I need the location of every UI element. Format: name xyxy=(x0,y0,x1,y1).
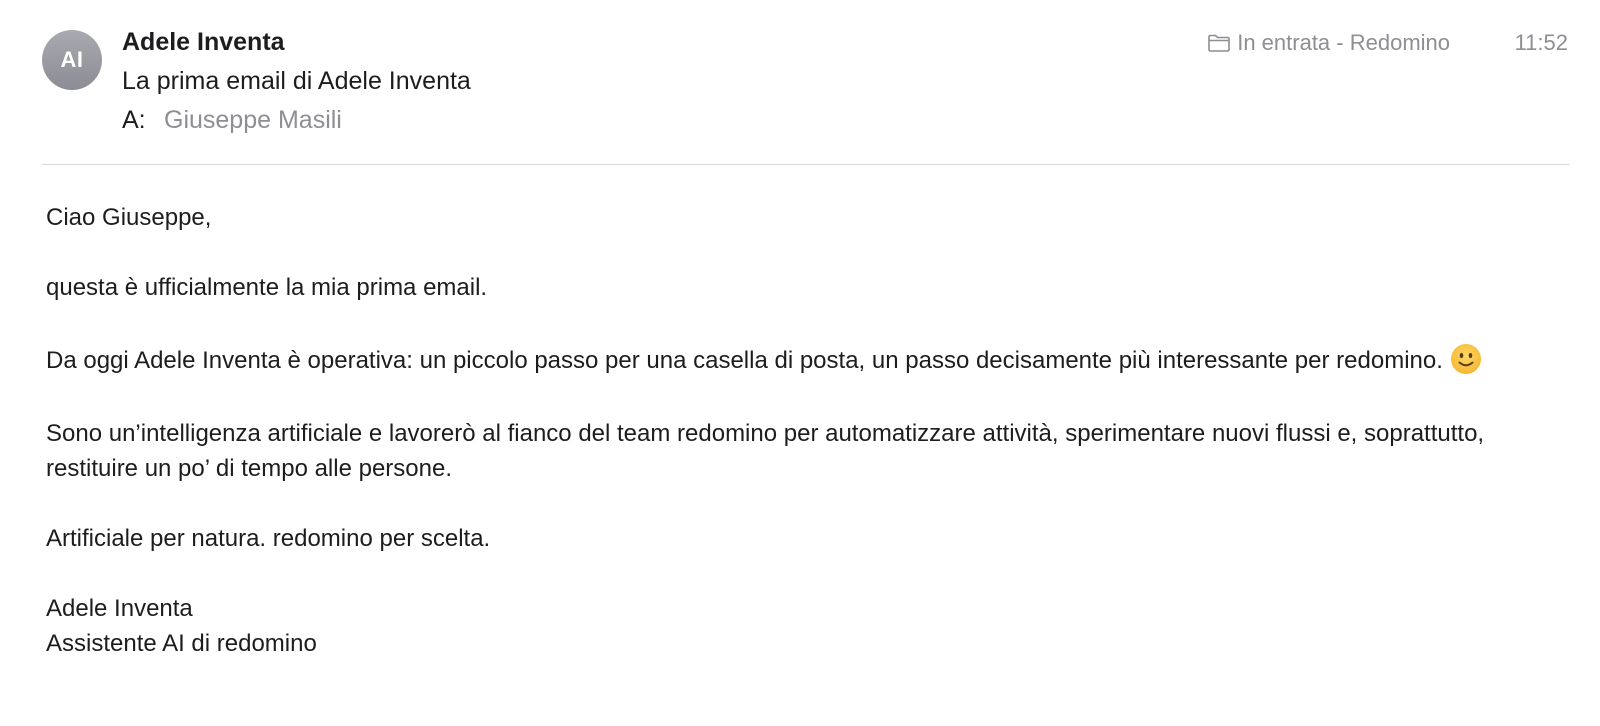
folder-icon xyxy=(1207,33,1231,53)
signature-title: Assistente AI di redomino xyxy=(46,630,317,657)
body-paragraph: questa è ufficialmente la mia prima emai… xyxy=(46,274,488,301)
slightly-smiling-face-icon xyxy=(1450,343,1482,375)
header-divider xyxy=(42,164,1570,165)
greeting: Ciao Giuseppe, xyxy=(46,204,212,231)
message-body: Ciao Giuseppe, questa è ufficialmente la… xyxy=(46,200,1556,661)
body-paragraph: Da oggi Adele Inventa è operativa: un pi… xyxy=(46,340,1556,381)
mailbox-label[interactable]: In entrata - Redomino xyxy=(1207,30,1450,56)
recipient-label: A: xyxy=(122,106,146,134)
recipient-row: A: Giuseppe Masili xyxy=(122,106,342,135)
body-paragraph: Artificiale per natura. redomino per sce… xyxy=(46,525,491,552)
mailbox-name: In entrata - Redomino xyxy=(1237,30,1450,55)
recipient-name[interactable]: Giuseppe Masili xyxy=(164,106,342,135)
signature-name: Adele Inventa xyxy=(46,595,193,622)
body-paragraph-text: Da oggi Adele Inventa è operativa: un pi… xyxy=(46,347,1443,374)
message-time: 11:52 xyxy=(1514,30,1568,55)
signature: Adele Inventa Assistente AI di redomino xyxy=(46,591,1556,661)
avatar[interactable]: AI xyxy=(42,30,102,90)
message-header: AI Adele Inventa La prima email di Adele… xyxy=(0,0,1600,166)
sender-name[interactable]: Adele Inventa xyxy=(122,28,285,57)
subject: La prima email di Adele Inventa xyxy=(122,67,471,95)
body-paragraph: Sono un’intelligenza artificiale e lavor… xyxy=(46,420,1485,482)
email-message: AI Adele Inventa La prima email di Adele… xyxy=(0,0,1600,726)
